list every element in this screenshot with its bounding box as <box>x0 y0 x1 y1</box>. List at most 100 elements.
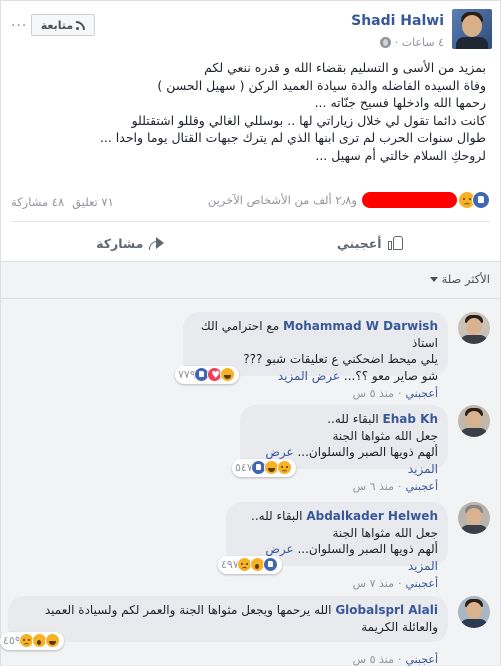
comment: Abdalkader Helweh البقاء لله.. جعل الله … <box>9 502 490 590</box>
comment-reactions[interactable]: ٧٧٩ <box>175 365 239 384</box>
avatar-face <box>466 508 482 525</box>
comments-count[interactable]: ٧١ تعليق <box>72 195 114 209</box>
commenter-name[interactable]: Mohammad W Darwish <box>283 319 438 333</box>
comment-time[interactable]: منذ ٥ س <box>353 387 394 400</box>
comment-line: ألهم ذويها الصبر والسلوان... <box>297 542 438 556</box>
sad-react-icon <box>276 460 292 476</box>
comment-bubble: Abdalkader Helweh البقاء لله.. جعل الله … <box>218 502 448 574</box>
comment-line: الله يرحمها ويجعل مثواها الجنة والعمر لك… <box>44 603 332 617</box>
author-name[interactable]: Shadi Halwi <box>351 13 444 29</box>
comment-line: جعل الله مثواها الجنة <box>332 428 439 443</box>
avatar-body <box>460 335 488 344</box>
comment-sort-dropdown[interactable]: الأكثر صلة <box>429 272 490 286</box>
commenter-avatar[interactable] <box>458 502 490 534</box>
comment-reactions[interactable]: ٤٥٩ <box>0 631 64 650</box>
post-line: طوال سنوات الحرب لم ترى ابنها الذي لم يت… <box>99 130 486 145</box>
reaction-icons <box>458 191 490 209</box>
globe-icon <box>379 37 391 48</box>
author-avatar[interactable] <box>452 9 492 49</box>
share-button[interactable]: مشاركة <box>11 227 251 259</box>
comment-line: يلي ميحط اضحكني ع تعليقات شبو ??? <box>243 352 438 366</box>
avatar-face <box>466 318 482 335</box>
post-line: رحمها الله وادخلها فسيح جنّاته ... <box>314 95 486 110</box>
shares-count[interactable]: ٤٨ مشاركة <box>11 195 64 209</box>
comment-like-link[interactable]: أعجبني <box>405 577 438 590</box>
commenter-avatar[interactable] <box>458 312 490 344</box>
avatar-body <box>460 525 488 534</box>
comment-line: ألهم ذويها الصبر والسلوان... <box>297 445 438 459</box>
redacted-names <box>362 192 457 208</box>
reaction-summary[interactable]: و٢٫٨ ألف من الأشخاص الآخرين <box>208 191 490 209</box>
commenter-name[interactable]: Abdalkader Helweh <box>306 509 438 523</box>
post-line: لروحكِ السلام خالتي أم سهيل ... <box>315 147 486 163</box>
separator: · <box>397 577 402 590</box>
comment-line: شو صاير معو ؟؟... <box>343 368 438 383</box>
separator: · <box>397 387 402 400</box>
separator: · <box>397 653 402 666</box>
commenter-name[interactable]: Globalsprl Alali <box>335 603 438 617</box>
comment-like-link[interactable]: أعجبني <box>405 387 438 400</box>
comments-section: الأكثر صلة Mohammad W Darwish مع احترامي… <box>0 262 501 666</box>
share-icon <box>149 236 165 250</box>
comment-actions: أعجبني · منذ ٦ س <box>353 480 438 493</box>
share-label: مشاركة <box>96 235 144 251</box>
comment-line: والعائلة الكريمة <box>361 619 438 634</box>
haha-react-icon <box>44 633 60 649</box>
post-line: كانت دائما تقول لي خلال زياراتي لها .. ب… <box>131 112 486 128</box>
sort-label: الأكثر صلة <box>441 272 490 286</box>
like-button[interactable]: أعجبني <box>251 227 491 259</box>
comment-actions: أعجبني · منذ ٥ س <box>353 653 438 666</box>
comment-bubble: Globalsprl Alali الله يرحمها ويجعل مثواه… <box>0 596 448 650</box>
comment: Ehab Kh البقاء لله.. جعل الله مثواها الج… <box>9 405 490 493</box>
commenter-avatar[interactable] <box>458 596 490 628</box>
reactions-text: و٢٫٨ ألف من الأشخاص الآخرين <box>207 193 357 207</box>
post-card: Shadi Halwi ٤ ساعات · متابعة ... بمزيد م… <box>0 0 501 262</box>
commenter-name[interactable]: Ehab Kh <box>383 412 438 426</box>
comment: Mohammad W Darwish مع احترامي الك استاذ … <box>9 312 490 400</box>
post-stats: و٢٫٨ ألف من الأشخاص الآخرين ٧١ تعليق ٤٨ … <box>11 191 490 215</box>
separator: · <box>397 480 402 493</box>
like-label: أعجبني <box>336 235 382 251</box>
comment-actions: أعجبني · منذ ٥ س <box>353 387 438 400</box>
comment-time[interactable]: منذ ٦ س <box>353 480 394 493</box>
post-meta: ٤ ساعات · <box>379 36 444 49</box>
comment-bubble: Ehab Kh البقاء لله.. جعل الله مثواها الج… <box>232 405 448 477</box>
avatar-suit <box>456 37 488 49</box>
comment-like-link[interactable]: أعجبني <box>405 480 438 493</box>
thumbs-up-icon <box>387 235 404 251</box>
avatar-face <box>466 411 482 428</box>
avatar-face <box>466 602 482 619</box>
comment-reactions[interactable]: ٤٩٧ <box>218 555 282 574</box>
comment-actions: أعجبني · منذ ٧ س <box>353 577 438 590</box>
facebook-post-page: Shadi Halwi ٤ ساعات · متابعة ... بمزيد م… <box>0 0 501 666</box>
post-counts: ٧١ تعليق ٤٨ مشاركة <box>11 195 114 209</box>
divider <box>11 221 490 222</box>
divider <box>1 298 500 299</box>
avatar-body <box>460 428 488 437</box>
ellipsis-icon[interactable]: ... <box>11 15 27 29</box>
comment-reactions[interactable]: ٥٤٧ <box>232 458 296 477</box>
follow-button[interactable]: متابعة <box>31 14 95 36</box>
rss-icon <box>76 20 86 30</box>
post-line: وفاة السيده الفاضله والدة سيادة العميد ا… <box>157 77 486 93</box>
comment-time[interactable]: منذ ٧ س <box>353 577 394 590</box>
like-react-icon <box>472 191 490 209</box>
see-more-link[interactable]: عرض المزيد <box>278 369 340 383</box>
commenter-avatar[interactable] <box>458 405 490 437</box>
comment-like-link[interactable]: أعجبني <box>405 653 438 666</box>
comment-time[interactable]: منذ ٥ س <box>353 653 394 666</box>
comment-line: البقاء لله.. <box>327 412 379 426</box>
comment-bubble: Mohammad W Darwish مع احترامي الك استاذ … <box>175 312 448 384</box>
like-react-icon <box>262 557 278 573</box>
post-time[interactable]: ٤ ساعات · <box>395 36 444 49</box>
haha-react-icon <box>219 367 235 383</box>
avatar-face <box>462 15 482 37</box>
post-body: بمزيد من الأسى و التسليم بقضاء الله و قد… <box>16 59 486 164</box>
avatar-body <box>460 619 488 628</box>
post-actions: مشاركة أعجبني <box>11 227 490 259</box>
comment-line: جعل الله مثواها الجنة <box>332 525 439 540</box>
comment-line: البقاء لله.. <box>251 509 303 523</box>
chevron-down-icon <box>429 276 438 282</box>
post-line: بمزيد من الأسى و التسليم بقضاء الله و قد… <box>204 60 486 75</box>
comment: Globalsprl Alali الله يرحمها ويجعل مثواه… <box>0 596 490 666</box>
